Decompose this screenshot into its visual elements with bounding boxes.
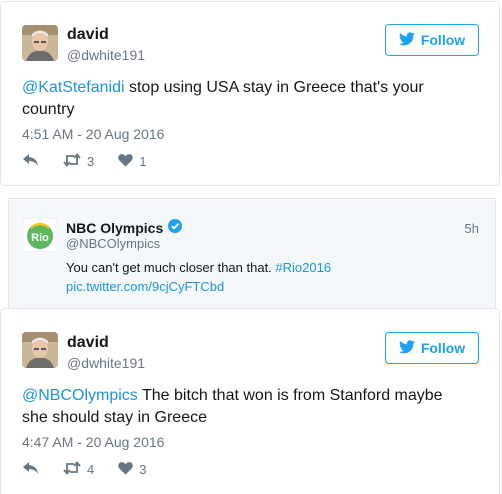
- reply-button[interactable]: [23, 153, 39, 170]
- avatar[interactable]: [22, 25, 58, 61]
- quoted-handle[interactable]: @NBCOlympics: [66, 236, 160, 251]
- action-bar: 4 3: [23, 461, 146, 478]
- hashtag-link[interactable]: #Rio2016: [275, 260, 331, 275]
- retweet-count: 4: [87, 462, 95, 477]
- reply-icon: [23, 461, 39, 478]
- avatar[interactable]: [22, 332, 58, 368]
- pic-link[interactable]: pic.twitter.com/9cjCyFTCbd: [66, 279, 224, 294]
- action-bar: 3 1: [23, 153, 146, 170]
- user-name[interactable]: david: [67, 26, 109, 44]
- timestamp[interactable]: 4:51 AM - 20 Aug 2016: [22, 126, 164, 142]
- mention-link[interactable]: @KatStefanidi: [22, 79, 125, 96]
- retweet-icon: [63, 461, 81, 478]
- user-handle[interactable]: @dwhite191: [67, 47, 145, 63]
- retweet-button[interactable]: 4: [63, 461, 94, 478]
- retweet-count: 3: [87, 154, 95, 169]
- follow-button[interactable]: Follow: [385, 332, 479, 364]
- like-count: 3: [139, 462, 147, 477]
- heart-icon: [118, 153, 133, 170]
- rio-logo-text: Rio: [31, 232, 49, 244]
- reply-icon: [23, 153, 39, 170]
- mention-link[interactable]: @NBCOlympics: [22, 387, 138, 404]
- retweet-button[interactable]: 3: [63, 153, 94, 170]
- user-name[interactable]: david: [67, 334, 109, 352]
- retweet-icon: [63, 153, 81, 170]
- rio-logo-avatar[interactable]: Rio: [22, 217, 58, 253]
- timestamp[interactable]: 4:47 AM - 20 Aug 2016: [22, 434, 164, 450]
- tweet-text: @NBCOlympics The bitch that won is from …: [22, 385, 462, 429]
- twitter-bird-icon: [398, 339, 415, 357]
- quoted-body: You can't get much closer than that.: [66, 260, 276, 275]
- follow-button[interactable]: Follow: [385, 24, 479, 56]
- quoted-time[interactable]: 5h: [465, 221, 479, 236]
- user-handle[interactable]: @dwhite191: [67, 355, 145, 371]
- quoted-text: You can't get much closer than that. #Ri…: [66, 258, 466, 296]
- like-button[interactable]: 1: [118, 153, 146, 170]
- follow-label: Follow: [420, 32, 466, 48]
- follow-label: Follow: [420, 340, 466, 356]
- tweet-card-2: david @dwhite191 Follow @NBCOlympics The…: [0, 308, 500, 494]
- like-count: 1: [139, 154, 147, 169]
- verified-badge-icon: [168, 219, 183, 236]
- reply-button[interactable]: [23, 461, 39, 478]
- tweet-text: @KatStefanidi stop using USA stay in Gre…: [22, 77, 462, 121]
- heart-icon: [118, 461, 133, 478]
- tweet-card-1: david @dwhite191 Follow @KatStefanidi st…: [0, 1, 500, 186]
- like-button[interactable]: 3: [118, 461, 146, 478]
- twitter-bird-icon: [398, 31, 415, 49]
- quoted-user-name[interactable]: NBC Olympics: [66, 219, 183, 236]
- quoted-name-label: NBC Olympics: [66, 219, 164, 236]
